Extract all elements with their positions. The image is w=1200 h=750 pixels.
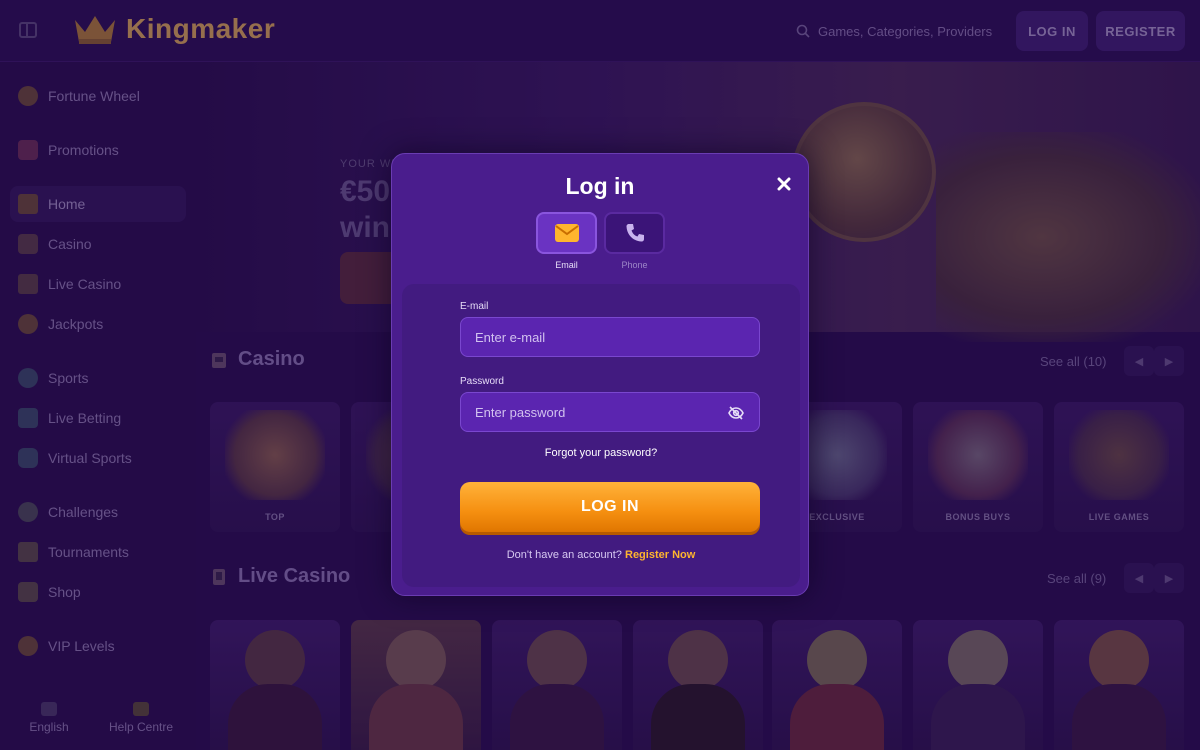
- password-field[interactable]: [460, 392, 760, 432]
- toggle-password-visibility[interactable]: [727, 404, 745, 422]
- forgot-password-link[interactable]: Forgot your password?: [402, 447, 800, 459]
- email-field[interactable]: [460, 317, 760, 357]
- login-form: E-mail Password Forgot your password? LO…: [402, 284, 800, 587]
- login-method-email-tab[interactable]: [536, 212, 597, 254]
- login-modal: Log in Email Phone E-mail Password Forgo…: [391, 153, 809, 596]
- phone-icon: [626, 224, 644, 242]
- close-button[interactable]: [772, 172, 796, 196]
- register-now-link[interactable]: Register Now: [625, 549, 695, 561]
- envelope-icon: [554, 224, 579, 242]
- register-prompt: Don't have an account? Register Now: [402, 549, 800, 561]
- login-method-phone-tab[interactable]: [604, 212, 665, 254]
- no-account-text: Don't have an account?: [506, 549, 622, 561]
- close-icon: [777, 177, 791, 191]
- phone-tab-label: Phone: [621, 260, 648, 270]
- email-label: E-mail: [460, 301, 489, 312]
- login-submit-button[interactable]: LOG IN: [460, 482, 760, 532]
- eye-off-icon: [728, 406, 744, 420]
- modal-title: Log in: [565, 173, 635, 199]
- email-tab-label: Email: [555, 260, 578, 270]
- password-label: Password: [460, 376, 504, 387]
